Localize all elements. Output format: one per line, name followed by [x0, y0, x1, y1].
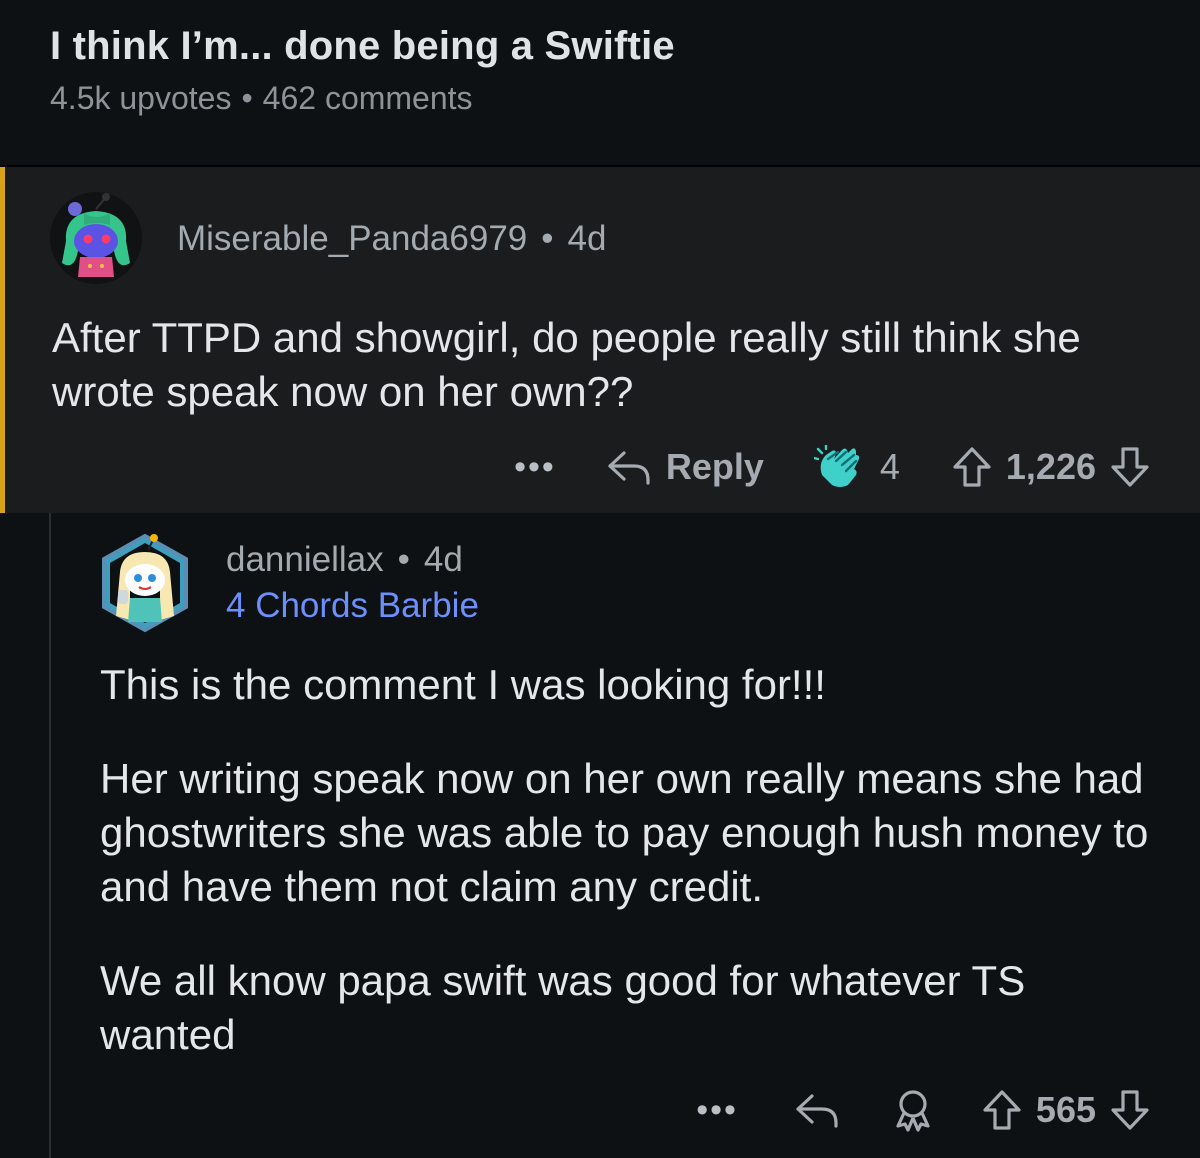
clapping-hands-icon — [813, 445, 860, 487]
comment-age: 4d — [423, 540, 463, 579]
thread-line[interactable] — [49, 513, 51, 1158]
upvote-count: 4.5k upvotes — [50, 80, 232, 116]
comment-actions: ••• 565 — [696, 1085, 1150, 1135]
avatar[interactable] — [48, 191, 146, 285]
arrow-down-icon[interactable] — [1110, 1089, 1150, 1131]
comment-body: After TTPD and showgirl, do people reall… — [52, 314, 1081, 415]
post-meta: 4.5k upvotes • 462 comments — [50, 80, 473, 117]
arrow-up-icon[interactable] — [952, 446, 992, 488]
user-flair: 4 Chords Barbie — [226, 586, 479, 625]
comment: Miserable_Panda6979 • 4d After TTPD and sh… — [0, 167, 1200, 513]
comment-actions: ••• Reply 4 1,226 — [514, 442, 1150, 492]
arrow-down-icon[interactable] — [1110, 446, 1150, 488]
post-title[interactable]: I think I’m... done being a Swiftie — [50, 24, 675, 69]
reply-arrow-icon — [796, 1094, 838, 1128]
comment-paragraph: We all know papa swift was good for what… — [100, 957, 1026, 1058]
reply-button[interactable] — [794, 1090, 840, 1130]
comment-age: 4d — [567, 219, 607, 258]
comment-meta: danniellax • 4d — [226, 540, 463, 580]
author-name[interactable]: Miserable_Panda6979 — [177, 219, 527, 258]
highlight-bar — [0, 167, 5, 513]
arrow-up-icon[interactable] — [982, 1089, 1022, 1131]
score: 565 — [1035, 1089, 1096, 1130]
meta-separator: • — [541, 219, 554, 258]
meta-separator: • — [397, 540, 410, 579]
comment-count: 462 comments — [262, 80, 473, 116]
award-ribbon-icon — [896, 1090, 930, 1132]
reply-arrow-icon — [608, 451, 650, 485]
comment-paragraph: Her writing speak now on her own really … — [100, 755, 1149, 910]
vote-controls: 1,226 — [952, 446, 1150, 488]
award-button[interactable]: 4 — [813, 445, 900, 489]
reply-button[interactable]: Reply — [606, 446, 764, 488]
avatar[interactable] — [98, 532, 192, 634]
award-button[interactable] — [892, 1088, 934, 1132]
score: 1,226 — [1005, 446, 1096, 487]
comment-paragraph: This is the comment I was looking for!!! — [100, 661, 826, 708]
comment-meta: Miserable_Panda6979 • 4d — [177, 219, 606, 259]
author-name[interactable]: danniellax — [226, 540, 384, 579]
more-options-button[interactable]: ••• — [696, 1091, 738, 1130]
comment-body: This is the comment I was looking for!!!… — [100, 658, 1170, 1102]
more-options-button[interactable]: ••• — [514, 448, 556, 487]
meta-separator: • — [241, 80, 253, 116]
vote-controls: 565 — [982, 1089, 1150, 1131]
reply-label: Reply — [665, 446, 764, 487]
award-count: 4 — [879, 446, 900, 487]
post-header: I think I’m... done being a Swiftie 4.5k… — [0, 0, 1200, 167]
